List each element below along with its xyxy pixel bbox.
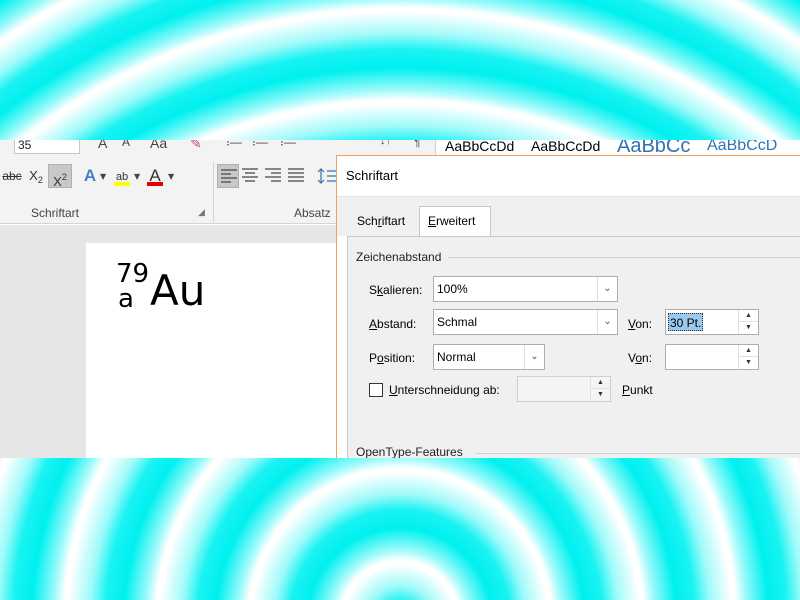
highlight-button[interactable]: ab [110, 164, 134, 188]
chevron-down-icon[interactable]: ⌄ [597, 277, 617, 301]
position-by-label: Von: [628, 351, 653, 365]
clear-formatting-icon[interactable]: ✎ [190, 140, 202, 152]
spin-up-icon[interactable]: ▲ [739, 310, 758, 322]
scale-label: Skalieren: [369, 283, 423, 297]
subscript-button[interactable]: X2 [24, 164, 48, 188]
font-dialog: Schriftart Schriftart Erweitert Zeichena… [336, 155, 800, 458]
chevron-down-icon[interactable]: ▼ [100, 172, 106, 181]
show-marks-icon[interactable]: ¶ [414, 140, 420, 149]
change-case-icon[interactable]: Aa [150, 140, 167, 151]
group-label-paragraph: Absatz [294, 206, 331, 220]
spacing-combobox[interactable]: Schmal ⌄ [433, 309, 618, 335]
grow-font-icon[interactable]: A [98, 140, 107, 151]
multilevel-list-icon[interactable]: ⁝— [280, 140, 296, 149]
spacing-by-value[interactable]: 30 Pt. [668, 313, 704, 331]
tab-panel-advanced: Zeichenabstand Skalieren: 100% ⌄ Abstand… [347, 236, 800, 458]
paragraph-align-buttons [215, 164, 345, 190]
position-label: Position: [369, 351, 416, 365]
chevron-down-icon[interactable]: ▼ [134, 172, 140, 181]
kerning-label: Unterschneidung ab: [389, 383, 500, 397]
formula-subscript: a [118, 284, 134, 314]
position-combobox[interactable]: Normal ⌄ [433, 344, 545, 370]
font-color-button[interactable]: A [143, 164, 167, 188]
word-window: 35 A A Aa ✎ ⁝— ⁝— ⁝— ↓↑ ¶ AaBbCcDd AaBbC… [0, 140, 800, 458]
section-divider [448, 257, 800, 258]
strikethrough-button[interactable]: abc [0, 164, 24, 188]
bullets-icon[interactable]: ⁝— [226, 140, 242, 149]
dialog-launcher-icon[interactable]: ◢ [198, 208, 205, 218]
section-character-spacing: Zeichenabstand [356, 250, 442, 264]
align-center-icon [242, 168, 258, 182]
formula-symbol: Au [150, 266, 206, 315]
align-right-icon [265, 168, 281, 182]
align-left-icon [221, 169, 237, 183]
spacing-label: Abstand: [369, 317, 417, 331]
sort-icon[interactable]: ↓↑ [380, 140, 391, 147]
spin-down-icon[interactable]: ▼ [591, 389, 610, 401]
align-left-button[interactable] [217, 164, 239, 188]
superscript-button[interactable]: X2 [48, 164, 72, 189]
chevron-down-icon[interactable]: ⌄ [597, 310, 617, 334]
spacing-by-label: Von: [628, 317, 653, 331]
kerning-checkbox[interactable] [369, 383, 383, 397]
dialog-tabs: Schriftart Erweitert [337, 196, 800, 238]
kerning-stepper[interactable]: ▲ ▼ [517, 376, 611, 402]
kerning-unit-label: Punkt [622, 383, 653, 397]
spin-up-icon[interactable]: ▲ [739, 345, 758, 357]
ribbon-top-row: 35 A A Aa ✎ ⁝— ⁝— ⁝— ↓↑ ¶ AaBbCcDd AaBbC… [0, 140, 800, 160]
align-center-button[interactable] [239, 164, 261, 188]
scale-combobox[interactable]: 100% ⌄ [433, 276, 618, 302]
line-spacing-button[interactable] [315, 164, 337, 188]
font-format-buttons: abc X2 X2 A ▼ ab ▼ A ▼ [0, 164, 215, 190]
dialog-title: Schriftart [337, 156, 800, 196]
text-effects-button[interactable]: A [78, 164, 102, 188]
spin-down-icon[interactable]: ▼ [739, 357, 758, 369]
spin-down-icon[interactable]: ▼ [739, 322, 758, 334]
shrink-font-icon[interactable]: A [122, 140, 130, 149]
chevron-down-icon[interactable]: ▼ [168, 172, 174, 181]
tab-font[interactable]: Schriftart [349, 207, 417, 237]
group-separator [213, 162, 214, 222]
numbering-icon[interactable]: ⁝— [252, 140, 268, 149]
group-label-font: Schriftart [31, 206, 80, 220]
line-spacing-icon [318, 168, 336, 184]
position-by-stepper[interactable]: ▲ ▼ [665, 344, 759, 370]
justify-button[interactable] [285, 164, 307, 188]
section-divider [476, 453, 800, 454]
highlight-color-swatch [114, 182, 130, 186]
tab-advanced[interactable]: Erweitert [419, 206, 491, 238]
spin-up-icon[interactable]: ▲ [591, 377, 610, 389]
font-size-input[interactable]: 35 [14, 140, 80, 154]
section-opentype: OpenType-Features [356, 445, 463, 458]
align-right-button[interactable] [262, 164, 284, 188]
document-formula: 79 a Au [116, 261, 236, 321]
font-color-swatch [147, 182, 163, 186]
justify-icon [288, 168, 304, 182]
spacing-by-stepper[interactable]: 30 Pt. ▲ ▼ [665, 309, 759, 335]
chevron-down-icon[interactable]: ⌄ [524, 345, 544, 369]
